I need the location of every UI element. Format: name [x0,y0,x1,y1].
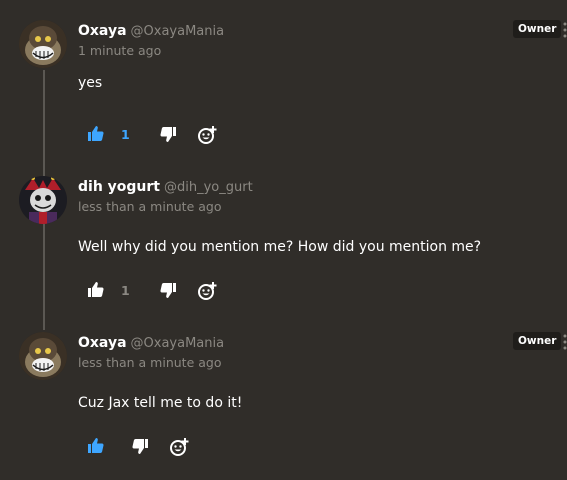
avatar[interactable] [19,20,67,68]
user-handle[interactable]: @OxayaMania [131,24,225,39]
timestamp: less than a minute ago [78,199,222,214]
comment-actions: 1 [0,280,567,302]
comment-header: dih yogurt @dih_yo_gurt [78,176,253,196]
comment-header: Oxaya @OxayaMania [78,20,224,40]
add-reaction-icon[interactable] [197,280,219,302]
username[interactable]: dih yogurt [78,179,160,195]
timestamp: 1 minute ago [78,43,162,58]
add-reaction-icon[interactable] [197,124,219,146]
thumb-up-icon[interactable] [86,124,108,146]
timestamp: less than a minute ago [78,355,222,370]
comment-text: Well why did you mention me? How did you… [78,239,482,255]
comment-actions [0,436,567,458]
comment-actions: 1 [0,124,567,146]
like-count: 1 [121,283,130,298]
comment-text: Cuz Jax tell me to do it! [78,395,243,411]
comment: dih yogurt @dih_yo_gurt less than a minut… [0,176,567,326]
user-handle[interactable]: @OxayaMania [131,336,225,351]
comment: Oxaya @OxayaMania 1 minute ago Owner yes … [0,20,567,170]
more-options-icon[interactable] [563,22,567,38]
more-options-icon[interactable] [563,334,567,350]
thumb-down-icon[interactable] [158,280,180,302]
comment: Oxaya @OxayaMania less than a minute ago … [0,332,567,480]
username[interactable]: Oxaya [78,335,127,351]
thumb-down-icon[interactable] [130,436,152,458]
owner-badge: Owner [513,332,562,350]
avatar[interactable] [19,332,67,380]
like-count: 1 [121,127,130,142]
comment-header: Oxaya @OxayaMania [78,332,224,352]
avatar[interactable] [19,176,67,224]
thumb-down-icon[interactable] [158,124,180,146]
comment-text: yes [78,75,103,91]
thumb-up-icon[interactable] [86,280,108,302]
comment-thread: Oxaya @OxayaMania 1 minute ago Owner yes … [0,0,567,480]
username[interactable]: Oxaya [78,23,127,39]
user-handle[interactable]: @dih_yo_gurt [164,180,253,195]
thumb-up-icon[interactable] [86,436,108,458]
owner-badge: Owner [513,20,562,38]
add-reaction-icon[interactable] [169,436,191,458]
